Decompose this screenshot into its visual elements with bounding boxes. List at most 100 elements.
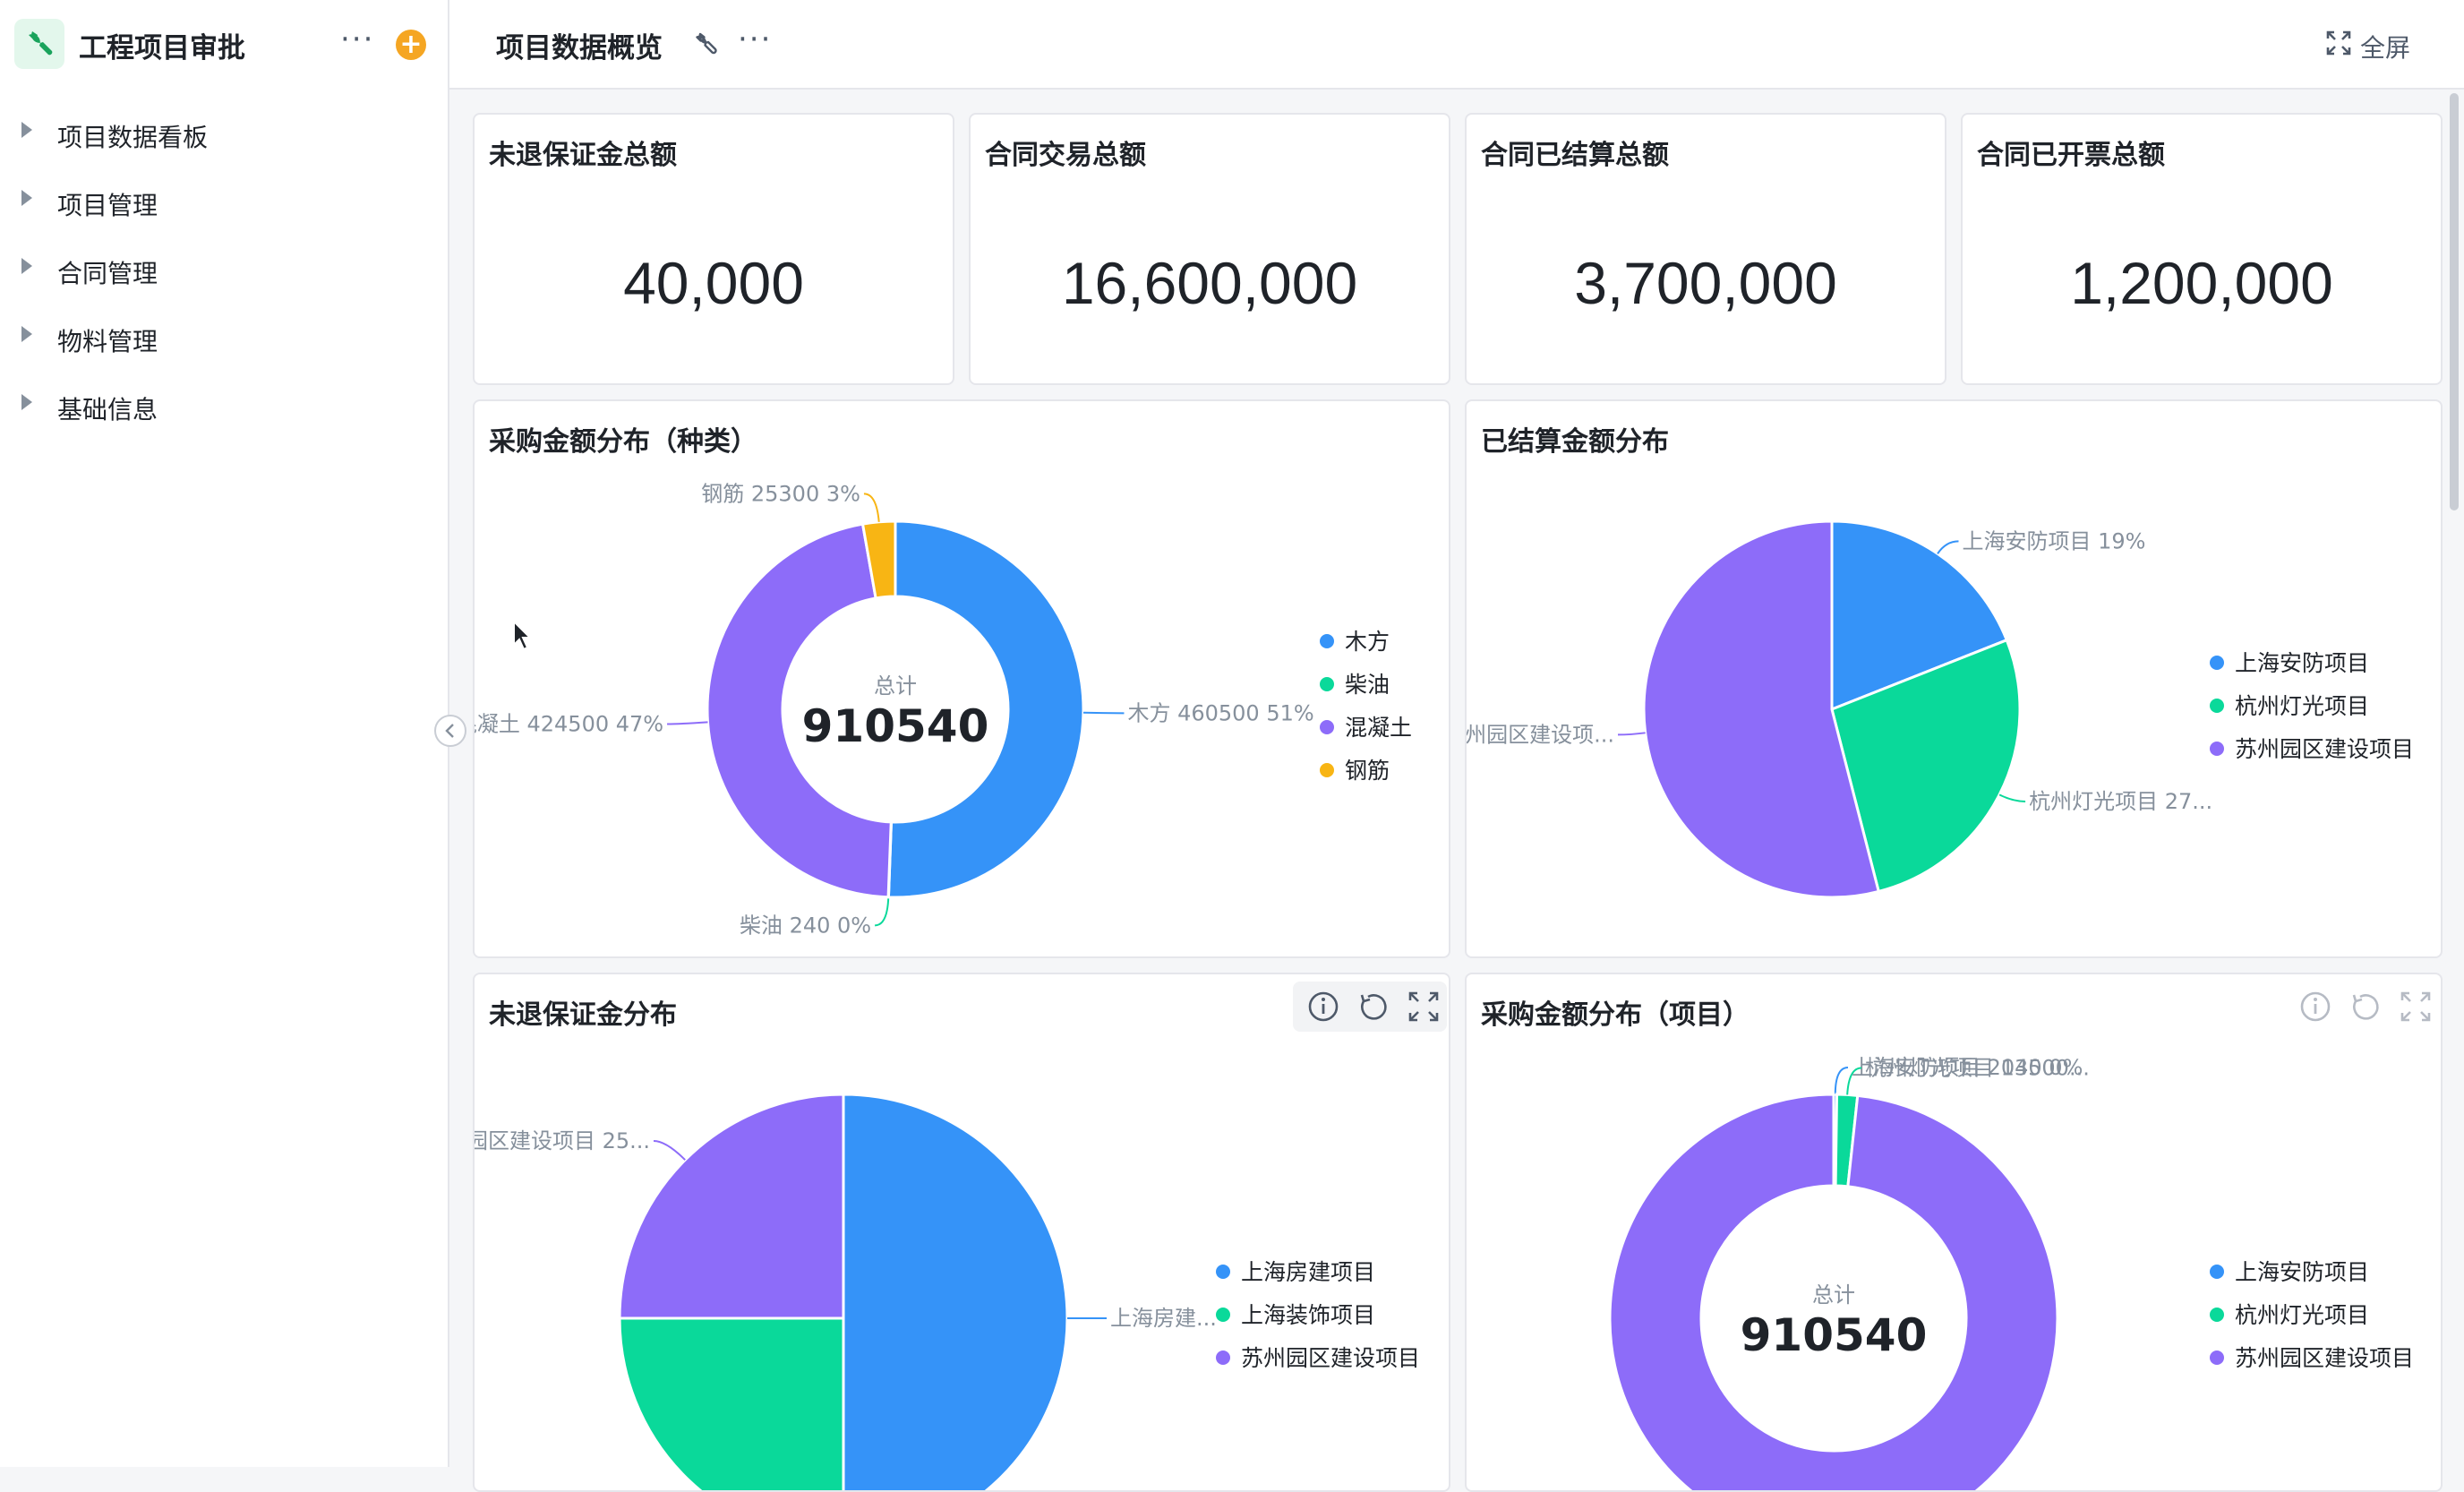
sidebar-item-basic-info[interactable]: 基础信息 xyxy=(0,374,449,437)
kpi-card-contract-total: 合同交易总额 16,600,000 xyxy=(969,113,1450,385)
donut-center-label: 总计 xyxy=(1812,1282,1855,1308)
donut-center-value: 910540 xyxy=(1741,1309,1928,1361)
caret-right-icon xyxy=(21,258,32,274)
kpi-title: 合同交易总额 xyxy=(985,140,1146,171)
card-toolbar xyxy=(2285,982,2439,1032)
sidebar-item-dashboard[interactable]: 项目数据看板 xyxy=(0,102,449,165)
slice-label: 钢筋 25300 3% xyxy=(701,481,860,506)
legend-marker[interactable] xyxy=(2210,656,2224,670)
donut-chart: 上海安防项目 2040 0%杭州灯光项目 13500...总计910540上海安… xyxy=(1608,1055,2414,1490)
info-icon[interactable] xyxy=(2297,989,2333,1025)
sidebar-item-contracts[interactable]: 合同管理 xyxy=(0,238,449,301)
legend-label[interactable]: 苏州园区建设项目 xyxy=(1241,1345,1420,1371)
slice-label: 混凝土 424500 47% xyxy=(475,712,663,737)
legend-marker[interactable] xyxy=(2210,1308,2224,1322)
chart-card-settled: 已结算金额分布 上海安防项目 19%杭州灯光项目 27...苏州园区建设项...… xyxy=(1465,399,2443,958)
wrench-icon[interactable] xyxy=(689,27,722,59)
page-title: 项目数据概览 xyxy=(496,32,663,64)
slice-label: 苏州园区建设项... xyxy=(1467,722,1614,747)
slice-label: 苏州园区建设项目 25... xyxy=(475,1128,650,1153)
slice-label: 上海房建... xyxy=(1110,1306,1217,1331)
slice-label: 杭州灯光项目 13500... xyxy=(1865,1056,2090,1081)
legend-marker[interactable] xyxy=(1216,1351,1230,1365)
legend-label[interactable]: 木方 xyxy=(1345,629,1390,655)
fullscreen-label: 全屏 xyxy=(2360,33,2411,63)
wrench-icon xyxy=(14,19,64,69)
legend-label[interactable]: 钢筋 xyxy=(1345,758,1390,784)
legend-marker[interactable] xyxy=(1320,677,1334,691)
legend-label[interactable]: 混凝土 xyxy=(1345,715,1412,741)
slice-leader-line xyxy=(1082,711,1125,715)
kpi-card-invoiced-total: 合同已开票总额 1,200,000 xyxy=(1961,113,2443,385)
legend-label[interactable]: 苏州园区建设项目 xyxy=(2235,1345,2414,1371)
kpi-title: 未退保证金总额 xyxy=(489,140,677,171)
legend-label[interactable]: 苏州园区建设项目 xyxy=(2235,736,2414,762)
donut-center-value: 910540 xyxy=(802,700,989,752)
app-title: 工程项目审批 xyxy=(79,32,245,64)
sidebar-item-projects[interactable]: 项目管理 xyxy=(0,170,449,233)
caret-right-icon xyxy=(21,122,32,138)
collapse-sidebar-button[interactable] xyxy=(434,715,466,747)
expand-icon[interactable] xyxy=(1406,989,1442,1025)
legend-label[interactable]: 上海安防项目 xyxy=(2235,650,2369,676)
kpi-title: 合同已开票总额 xyxy=(1977,140,2165,171)
donut-center-label: 总计 xyxy=(874,673,917,699)
legend-marker[interactable] xyxy=(1216,1308,1230,1322)
legend-marker[interactable] xyxy=(2210,1351,2224,1365)
scrollbar[interactable] xyxy=(2450,93,2459,510)
kpi-value: 16,600,000 xyxy=(1061,250,1358,316)
slice-leader-line xyxy=(653,1140,686,1161)
expand-icon[interactable] xyxy=(2398,989,2434,1025)
sidebar-item-label: 基础信息 xyxy=(57,395,158,424)
refresh-icon[interactable] xyxy=(1356,989,1391,1025)
legend-marker[interactable] xyxy=(1320,763,1334,777)
card-toolbar xyxy=(1293,982,1447,1032)
slice-leader-line xyxy=(667,721,708,725)
legend-label[interactable]: 杭州灯光项目 xyxy=(2235,1302,2369,1328)
sidebar-item-materials[interactable]: 物料管理 xyxy=(0,306,449,369)
slice-leader-line xyxy=(1617,732,1646,736)
slice-leader-line xyxy=(1937,540,1959,554)
kpi-card-deposit: 未退保证金总额 40,000 xyxy=(473,113,954,385)
caret-right-icon xyxy=(21,326,32,342)
legend-label[interactable]: 杭州灯光项目 xyxy=(2235,693,2369,719)
kpi-value: 3,700,000 xyxy=(1574,250,1837,316)
sidebar-item-label: 合同管理 xyxy=(57,259,158,288)
pie-slice[interactable] xyxy=(618,1316,845,1492)
legend-marker[interactable] xyxy=(1216,1265,1230,1279)
legend-marker[interactable] xyxy=(2210,699,2224,713)
pie-slice[interactable] xyxy=(618,1093,845,1320)
pie-slice[interactable] xyxy=(842,1093,1069,1492)
topbar: 项目数据概览 ··· 全屏 xyxy=(449,0,2464,90)
app-more-icon[interactable]: ··· xyxy=(340,21,374,57)
legend-marker[interactable] xyxy=(1320,634,1334,648)
slice-leader-line xyxy=(863,493,880,522)
add-button[interactable]: + xyxy=(396,30,426,60)
pie-chart: 上海安防项目 19% 杭州灯光项目 27... 苏州园区建设项... 上海安防项目杭州… xyxy=(1467,519,2414,899)
legend-marker[interactable] xyxy=(2210,1265,2224,1279)
legend-marker[interactable] xyxy=(1320,720,1334,734)
info-icon[interactable] xyxy=(1305,989,1341,1025)
slice-leader-line xyxy=(1998,793,2026,802)
sidebar-item-label: 项目数据看板 xyxy=(57,123,209,152)
refresh-icon[interactable] xyxy=(2348,989,2383,1025)
legend-label[interactable]: 上海装饰项目 xyxy=(1241,1302,1375,1328)
slice-leader-line xyxy=(874,896,890,927)
sidebar-item-label: 物料管理 xyxy=(57,327,158,356)
slice-label: 杭州灯光项目 27... xyxy=(2029,789,2212,814)
app-header: 工程项目审批 ··· + xyxy=(0,0,449,90)
caret-right-icon xyxy=(21,394,32,410)
legend-label[interactable]: 柴油 xyxy=(1345,672,1390,698)
cursor-icon xyxy=(513,620,533,651)
caret-right-icon xyxy=(21,190,32,206)
slice-leader-line xyxy=(1834,1067,1849,1095)
slice-label: 柴油 240 0% xyxy=(740,913,871,938)
sidebar: 工程项目审批 ··· + 项目数据看板 项目管理 合同管理 物料管理 基础信息 xyxy=(0,0,449,1467)
more-icon[interactable]: ··· xyxy=(738,21,772,57)
chart-card-purchase-by-type: 采购金额分布（种类） 木方 460500 51% 柴油 240 0% 混凝土 424… xyxy=(473,399,1450,958)
legend-label[interactable]: 上海房建项目 xyxy=(1241,1259,1375,1285)
legend-label[interactable]: 上海安防项目 xyxy=(2235,1259,2369,1285)
legend-marker[interactable] xyxy=(2210,742,2224,756)
chart-card-deposit: 未退保证金分布 上海房建...苏州园区建设项目 25...上海房建项目上海装饰项… xyxy=(473,973,1450,1492)
pie-chart: 上海房建... 苏州园区建设项目 25... 上海房建项目上海装饰项目苏州园区建设项… xyxy=(475,1093,1420,1492)
